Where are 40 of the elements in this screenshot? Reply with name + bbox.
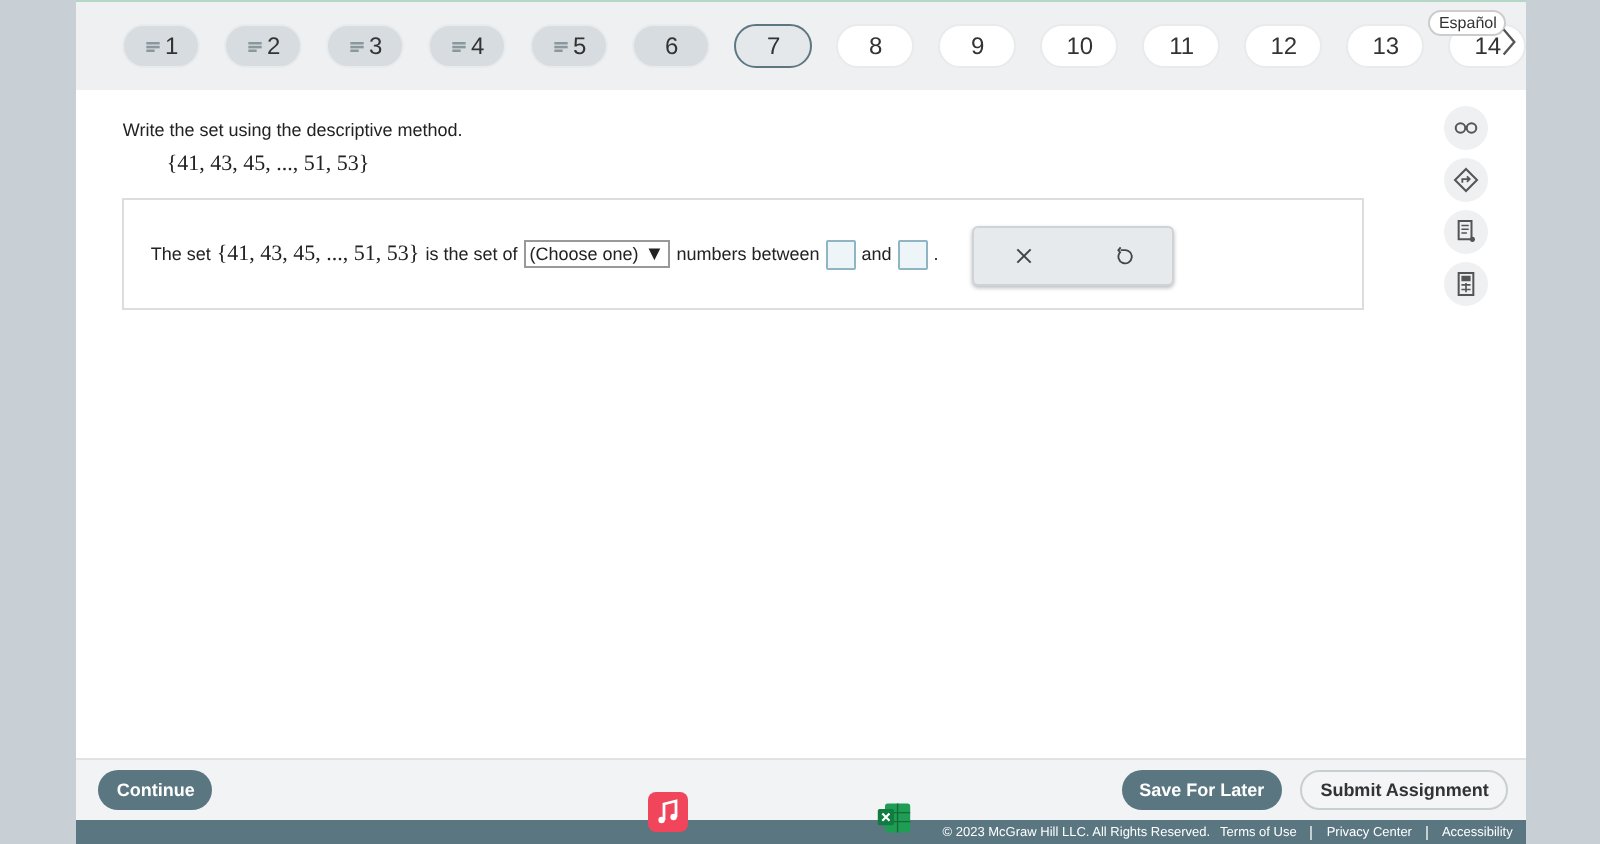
answer-text: numbers between	[676, 244, 820, 264]
calculator-icon[interactable]	[1444, 262, 1489, 306]
question-tab[interactable]: 12	[1244, 24, 1323, 68]
signpost-icon[interactable]	[1444, 158, 1489, 202]
save-button[interactable]: Save For Later	[1121, 770, 1283, 810]
question-tab[interactable]: 7	[734, 24, 813, 68]
submit-button[interactable]: Submit Assignment	[1300, 770, 1509, 810]
question-tab[interactable]: 9	[938, 24, 1017, 68]
question-tab[interactable]: 4	[428, 24, 507, 68]
lines-icon	[247, 41, 262, 51]
question-tab[interactable]: 13	[1346, 24, 1425, 68]
answer-text: is the set of	[425, 244, 518, 264]
set-expression: {41, 43, 45, ..., 51, 53}	[216, 242, 420, 266]
chevron-right-icon[interactable]	[1500, 26, 1519, 58]
question-tab[interactable]: 3	[326, 24, 405, 68]
close-icon[interactable]	[1014, 246, 1035, 266]
language-button[interactable]: Español	[1428, 10, 1507, 36]
question-tab[interactable]: 5	[530, 24, 609, 68]
continue-button[interactable]: Continue	[98, 770, 213, 810]
lines-icon	[349, 41, 364, 51]
lines-icon	[145, 41, 160, 51]
answer-text: and	[861, 244, 892, 264]
question-tab[interactable]: 6	[632, 24, 711, 68]
spreadsheet-app-icon[interactable]	[876, 800, 913, 836]
question-tab[interactable]: 1	[122, 24, 201, 68]
document-icon[interactable]	[1444, 210, 1489, 254]
question-tab[interactable]: 8	[836, 24, 915, 68]
answer-text: The set	[150, 244, 211, 264]
choice-dropdown[interactable]: (Choose one) ▼	[523, 240, 671, 268]
set-expression: {41, 43, 45, ..., 51, 53}	[166, 152, 372, 176]
undo-icon[interactable]	[1113, 246, 1134, 266]
lines-icon	[553, 41, 568, 51]
instruction-text: Write the set using the descriptive method.	[122, 120, 465, 140]
glasses-icon[interactable]	[1444, 106, 1489, 150]
question-tab[interactable]: 11	[1142, 24, 1221, 68]
period-text: .	[933, 244, 939, 264]
music-app-icon[interactable]	[648, 792, 689, 832]
lines-icon	[451, 41, 466, 51]
question-tab[interactable]: 10	[1040, 24, 1119, 68]
question-tab[interactable]: 2	[224, 24, 303, 68]
